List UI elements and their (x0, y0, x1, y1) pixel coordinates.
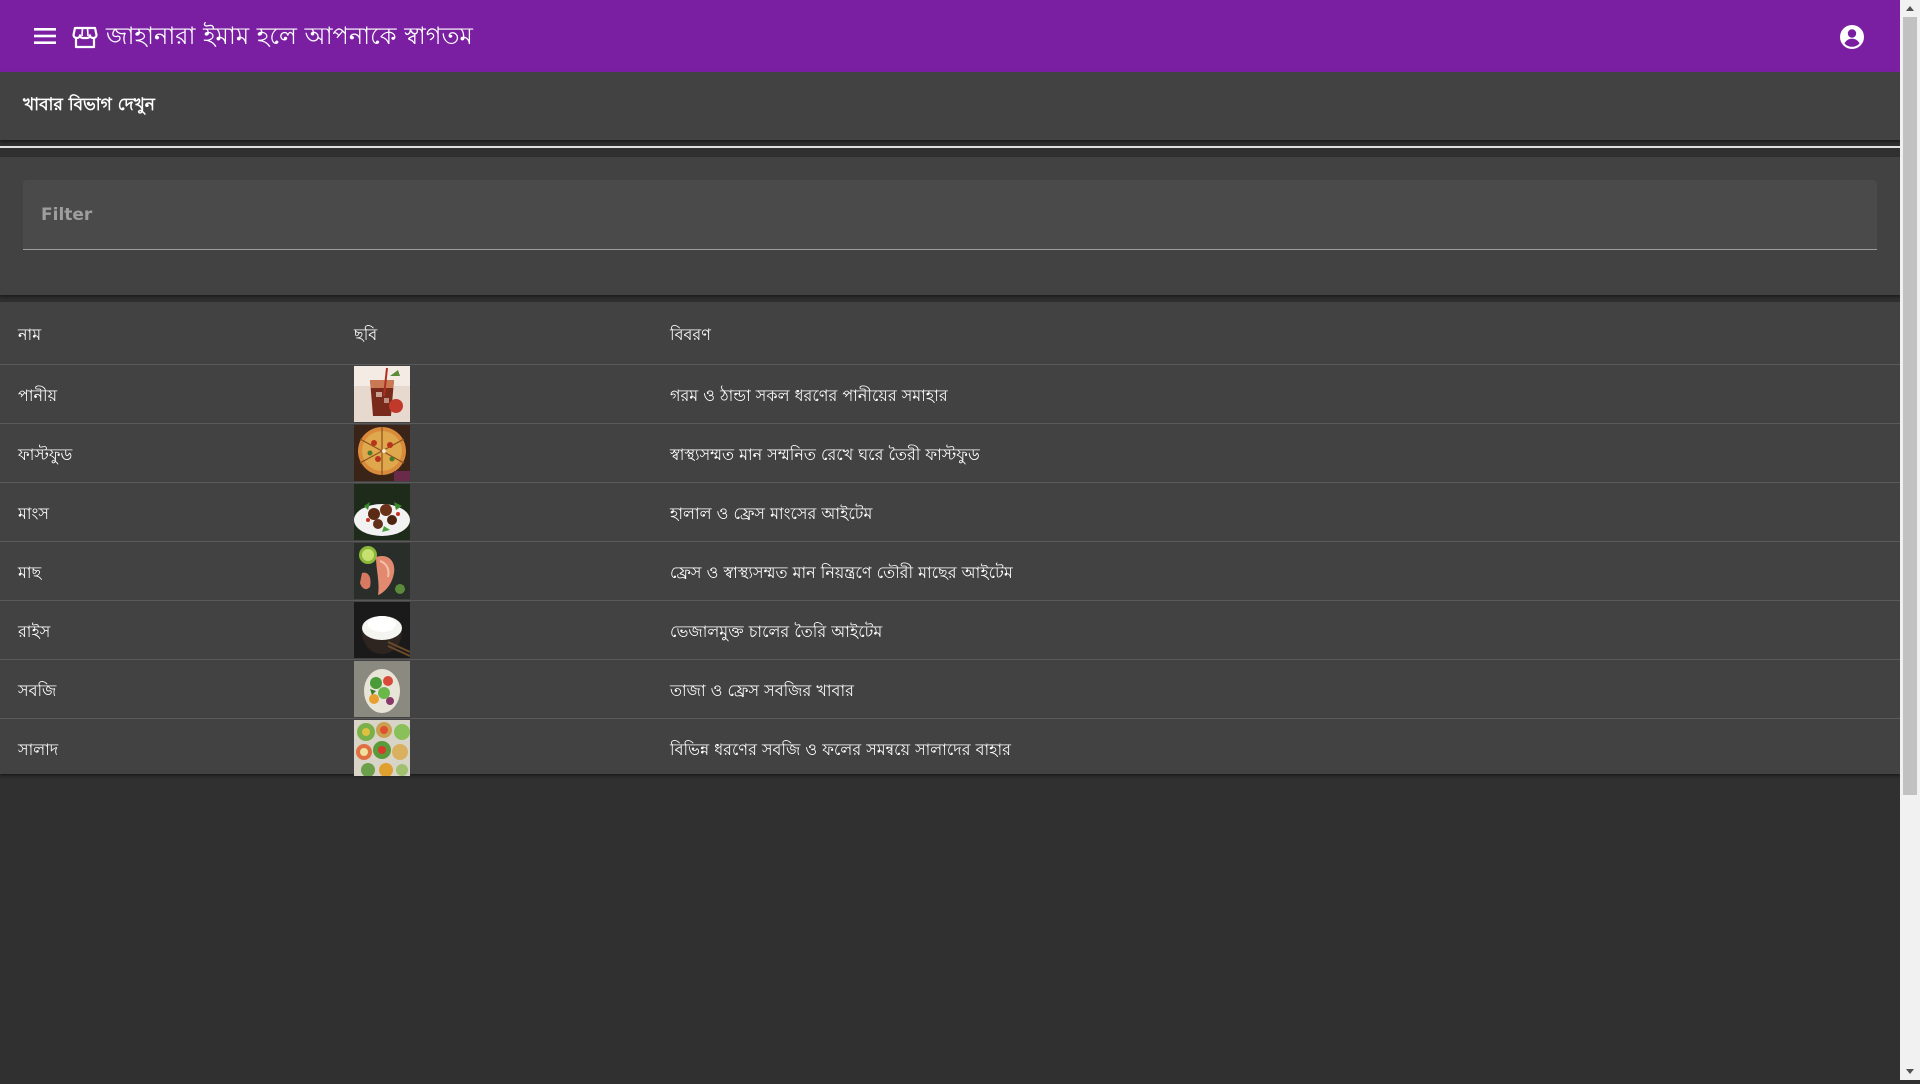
row-name: পানীয় (18, 386, 58, 405)
account-circle-icon (1840, 25, 1864, 49)
row-description: ভেজালমুক্ত চালের তৈরি আইটেম (670, 622, 883, 641)
rice-image (354, 602, 410, 658)
menu-icon (34, 28, 56, 44)
scroll-down-button[interactable] (1900, 1063, 1920, 1080)
vegetable-image (354, 661, 410, 717)
pizza-image (354, 425, 410, 481)
row-description: বিভিন্ন ধরণের সবজি ও ফলের সমন্বয়ে সালাদ… (670, 740, 1011, 759)
vertical-scrollbar[interactable] (1900, 0, 1920, 1080)
row-name: ফাস্টফুড (18, 445, 73, 464)
filter-card (0, 157, 1900, 295)
row-description: স্বাস্থ্যসম্মত মান সম্মনিত রেখে ঘরে তৈরী… (670, 445, 980, 464)
scroll-up-button[interactable] (1900, 0, 1920, 17)
top-toolbar: জাহানারা ইমাম হলে আপনাকে স্বাগতম (0, 0, 1900, 72)
row-description: হালাল ও ফ্রেস মাংসের আইটেম (670, 504, 873, 523)
scrollbar-thumb[interactable] (1903, 17, 1917, 795)
table-row[interactable]: পানীয় গরম ও ঠান্ডা সকল ধরণের পানীয়ের স… (0, 365, 1900, 424)
table-row[interactable]: সবজি তাজা ও ফ্রেস সবজির খাবার (0, 660, 1900, 719)
row-name: সবজি (18, 681, 57, 700)
header-name: নাম (18, 325, 42, 344)
table-header-row: নাম ছবি বিবরণ (0, 302, 1900, 365)
row-name: মাছ (18, 563, 42, 582)
fish-image (354, 543, 410, 599)
drinks-image (354, 366, 410, 422)
filter-field (23, 180, 1877, 250)
card-title: খাবার বিভাগ দেখুন (23, 95, 155, 115)
table-row[interactable]: সালাদ বিভিন্ন ধরণের সবজি ও ফলের সমন্বয়ে… (0, 719, 1900, 777)
row-description: ফ্রেস ও স্বাস্থ্যসম্মত মান নিয়ন্ত্রণে ত… (670, 563, 1013, 582)
card-header: খাবার বিভাগ দেখুন (0, 72, 1900, 140)
table-row[interactable]: মাছ ফ্রেস ও স্বাস্থ্যসম্মত মান নিয়ন্ত্র… (0, 542, 1900, 601)
page: জাহানারা ইমাম হলে আপনাকে স্বাগতম খাবার ব… (0, 0, 1900, 1080)
table-row[interactable]: ফাস্টফুড স্বাস্থ্যসম্মত মান সম্মনিত রেখে… (0, 424, 1900, 483)
row-name: সালাদ (18, 740, 59, 759)
row-description: তাজা ও ফ্রেস সবজির খাবার (670, 681, 854, 700)
app-title: জাহানারা ইমাম হলে আপনাকে স্বাগতম (106, 22, 473, 50)
arrow-up-icon (1906, 6, 1914, 11)
divider (0, 146, 1900, 148)
row-name: মাংস (18, 504, 49, 523)
table-row[interactable]: মাংস হালাল ও ফ্রেস মাংসের আইটেম (0, 483, 1900, 542)
table-row[interactable]: রাইস ভেজালমুক্ত চালের তৈরি আইটেম (0, 601, 1900, 660)
arrow-down-icon (1906, 1069, 1914, 1074)
meat-image (354, 484, 410, 540)
header-image: ছবি (354, 325, 378, 344)
category-table: নাম ছবি বিবরণ পানীয় গরম ও ঠান্ডা সকল ধর… (0, 302, 1900, 777)
menu-button[interactable] (30, 22, 60, 50)
store-icon (72, 24, 98, 50)
row-description: গরম ও ঠান্ডা সকল ধরণের পানীয়ের সমাহার (670, 386, 948, 405)
salad-image (354, 720, 410, 776)
header-description: বিবরণ (670, 325, 711, 344)
filter-input[interactable] (23, 180, 1877, 249)
account-button[interactable] (1838, 23, 1866, 51)
row-name: রাইস (18, 622, 51, 641)
